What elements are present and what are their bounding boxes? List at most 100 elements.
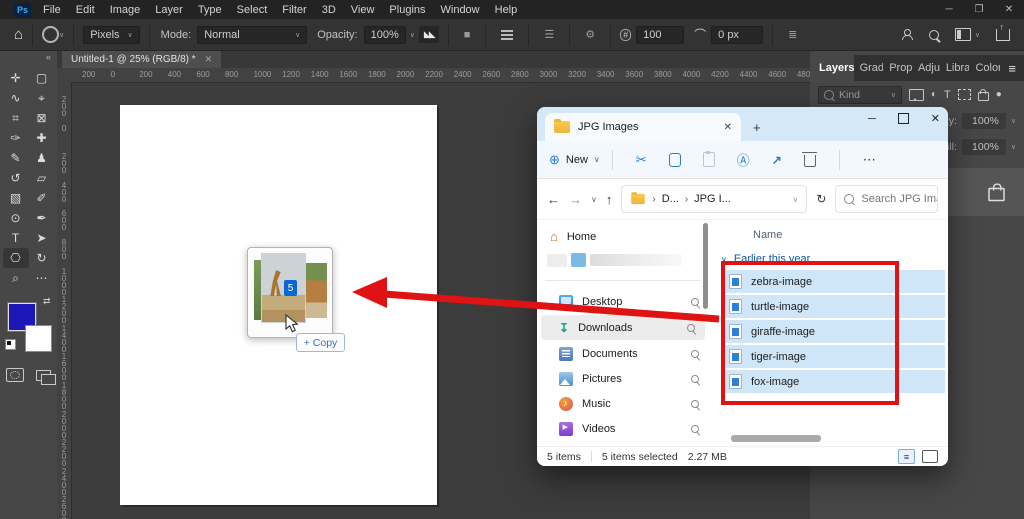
sides-field[interactable]: 100	[636, 26, 684, 44]
opacity-value[interactable]: 100%	[962, 113, 1006, 129]
fill-square-icon[interactable]: ■	[464, 29, 471, 41]
chevron-down-icon[interactable]: ∨	[793, 195, 799, 204]
radius-field[interactable]: 0 px	[711, 26, 763, 44]
frame-tool[interactable]: ⊠	[29, 108, 55, 128]
default-colors-icon[interactable]	[5, 339, 16, 350]
filter-type-layers-icon[interactable]: T	[944, 89, 951, 101]
background-color-swatch[interactable]	[25, 325, 52, 352]
menu-item[interactable]: Window	[441, 4, 480, 16]
back-icon[interactable]: ←	[547, 192, 560, 207]
screen-mode-icon[interactable]	[36, 370, 51, 381]
refresh-icon[interactable]: ↻	[816, 192, 826, 206]
copy-icon[interactable]	[669, 153, 681, 167]
filter-kind-dropdown[interactable]: Kind ∨	[818, 86, 902, 104]
stack-arrange-icon[interactable]: ☰	[544, 28, 554, 41]
forward-icon[interactable]: →	[569, 192, 582, 207]
sidebar-item-documents[interactable]: Documents	[537, 341, 709, 366]
chevron-down-icon[interactable]: ∨	[975, 31, 980, 39]
fill-value[interactable]: 100%	[962, 139, 1006, 155]
menu-item[interactable]: Help	[495, 4, 518, 16]
filter-toggle-icon[interactable]: ●	[996, 89, 1002, 100]
delete-icon[interactable]	[804, 155, 816, 167]
drag-thumbnail-stack[interactable]: 5	[247, 247, 333, 338]
share-account-icon[interactable]	[901, 29, 913, 40]
new-button[interactable]: ⊕ New ∨	[549, 152, 600, 168]
tab-gradients[interactable]: Grad	[854, 55, 884, 81]
path-selection-tool[interactable]: ➤	[29, 228, 55, 248]
share-icon[interactable]: ↗	[772, 153, 782, 167]
menu-item[interactable]: Edit	[76, 4, 95, 16]
export-share-icon[interactable]	[996, 29, 1010, 41]
search-input[interactable]: Search JPG Images	[835, 185, 938, 213]
histogram-icon[interactable]: ◣◣	[419, 26, 439, 43]
object-selection-tool[interactable]: ⌖	[29, 88, 55, 108]
tab-libraries[interactable]: Libra	[940, 55, 970, 81]
units-dropdown[interactable]: Pixels ∨	[83, 26, 139, 44]
zoom-tool[interactable]: ⌕	[3, 268, 29, 288]
sidebar-item-music[interactable]: Music	[537, 391, 709, 416]
sidebar-item-home[interactable]: ⌂ Home	[537, 224, 709, 249]
chevron-down-icon[interactable]: ∨	[1011, 117, 1016, 125]
recent-locations-icon[interactable]: ∨	[591, 195, 597, 204]
document-tab[interactable]: Untitled-1 @ 25% (RGB/8) * ✕	[62, 50, 221, 68]
smudge-tool[interactable]: ✐	[29, 188, 55, 208]
tab-adjustments[interactable]: Adju	[912, 55, 940, 81]
paste-icon[interactable]	[703, 152, 715, 167]
sidebar-item-pictures[interactable]: Pictures	[537, 366, 709, 391]
align-icon[interactable]	[501, 30, 513, 40]
eyedropper-tool[interactable]: ✑	[3, 128, 29, 148]
clone-stamp-tool[interactable]: ♟	[29, 148, 55, 168]
menu-item[interactable]: Layer	[155, 4, 183, 16]
rectangular-marquee-tool[interactable]: ▢	[29, 68, 55, 88]
close-tab-icon[interactable]: ✕	[724, 122, 732, 133]
menu-item[interactable]: File	[43, 4, 61, 16]
close-button[interactable]: ✕	[994, 4, 1024, 15]
spot-healing-brush-tool[interactable]: ✚	[29, 128, 55, 148]
minimize-button[interactable]: ─	[868, 113, 876, 125]
menu-item[interactable]: Image	[110, 4, 141, 16]
opacity-dropdown[interactable]: 100%	[364, 26, 406, 44]
chevron-down-icon[interactable]: ∨	[59, 31, 64, 39]
rotate-view-tool[interactable]: ↻	[29, 248, 55, 268]
menu-item[interactable]: Select	[237, 4, 268, 16]
sidebar-scrollbar[interactable]	[703, 223, 708, 309]
path-options-icon[interactable]: ≣	[788, 28, 797, 41]
quick-mask-icon[interactable]	[6, 368, 24, 382]
preview-pane-icon[interactable]	[922, 450, 938, 463]
explorer-tab[interactable]: JPG Images ✕	[545, 113, 741, 141]
sidebar-item-downloads[interactable]: ↧ Downloads	[541, 315, 705, 340]
details-view-icon[interactable]: ≡	[898, 449, 915, 464]
close-button[interactable]: ✕	[931, 112, 940, 125]
mode-dropdown[interactable]: Normal ∨	[197, 26, 307, 44]
new-tab-button[interactable]: +	[753, 120, 761, 135]
menu-item[interactable]: Filter	[282, 4, 306, 16]
breadcrumb[interactable]: › D... › JPG I... ∨	[621, 185, 807, 213]
up-icon[interactable]: ↑	[606, 192, 613, 207]
tab-properties[interactable]: Prop	[883, 55, 912, 81]
cut-icon[interactable]: ✂	[636, 152, 647, 168]
tab-color[interactable]: Color	[969, 55, 1000, 81]
lasso-tool[interactable]: ∿	[3, 88, 29, 108]
collapse-panel-icon[interactable]: «	[46, 52, 51, 62]
swap-colors-icon[interactable]: ⇄	[43, 296, 51, 307]
rename-icon[interactable]: Ⓐ	[737, 150, 750, 169]
history-brush-tool[interactable]: ↺	[3, 168, 29, 188]
pen-tool[interactable]: ✒	[29, 208, 55, 228]
tab-layers[interactable]: Layers	[810, 55, 854, 81]
chevron-down-icon[interactable]: ∨	[410, 31, 415, 39]
restore-button[interactable]: ❐	[964, 4, 994, 15]
breadcrumb-item[interactable]: JPG I...	[694, 193, 731, 205]
filter-pixel-layers-icon[interactable]	[909, 89, 924, 101]
menu-item[interactable]: Type	[198, 4, 222, 16]
gear-icon[interactable]: ⚙	[585, 28, 595, 41]
brush-tool[interactable]: ✎	[3, 148, 29, 168]
filter-adjustment-layers-icon[interactable]: ◐	[931, 89, 937, 100]
maximize-button[interactable]	[898, 113, 909, 124]
menu-item[interactable]: Plugins	[389, 4, 425, 16]
menu-item[interactable]: 3D	[322, 4, 336, 16]
more-tools[interactable]: ⋯	[29, 268, 55, 288]
gradient-tool[interactable]: ▧	[3, 188, 29, 208]
minimize-button[interactable]: ─	[934, 4, 964, 15]
more-options-icon[interactable]: ⋯	[863, 152, 877, 168]
chevron-down-icon[interactable]: ∨	[1011, 143, 1016, 151]
